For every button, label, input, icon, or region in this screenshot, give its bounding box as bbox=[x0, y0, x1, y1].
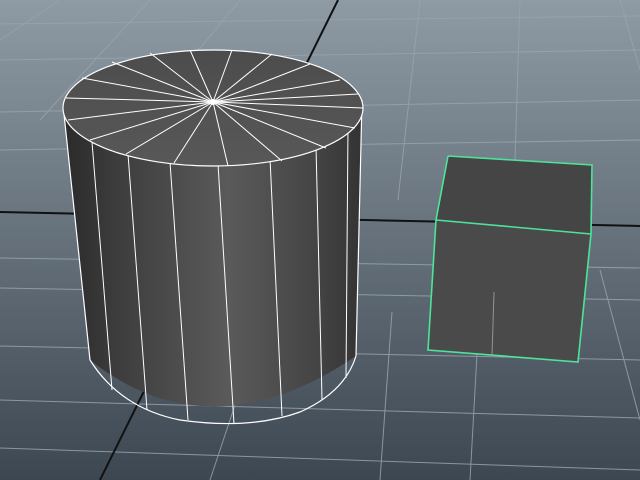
cube-front-face bbox=[428, 220, 591, 362]
cylinder-mesh[interactable] bbox=[62, 49, 364, 425]
3d-viewport[interactable] bbox=[0, 0, 640, 480]
cylinder-top-cap bbox=[62, 49, 364, 167]
cube-mesh[interactable] bbox=[427, 155, 593, 363]
